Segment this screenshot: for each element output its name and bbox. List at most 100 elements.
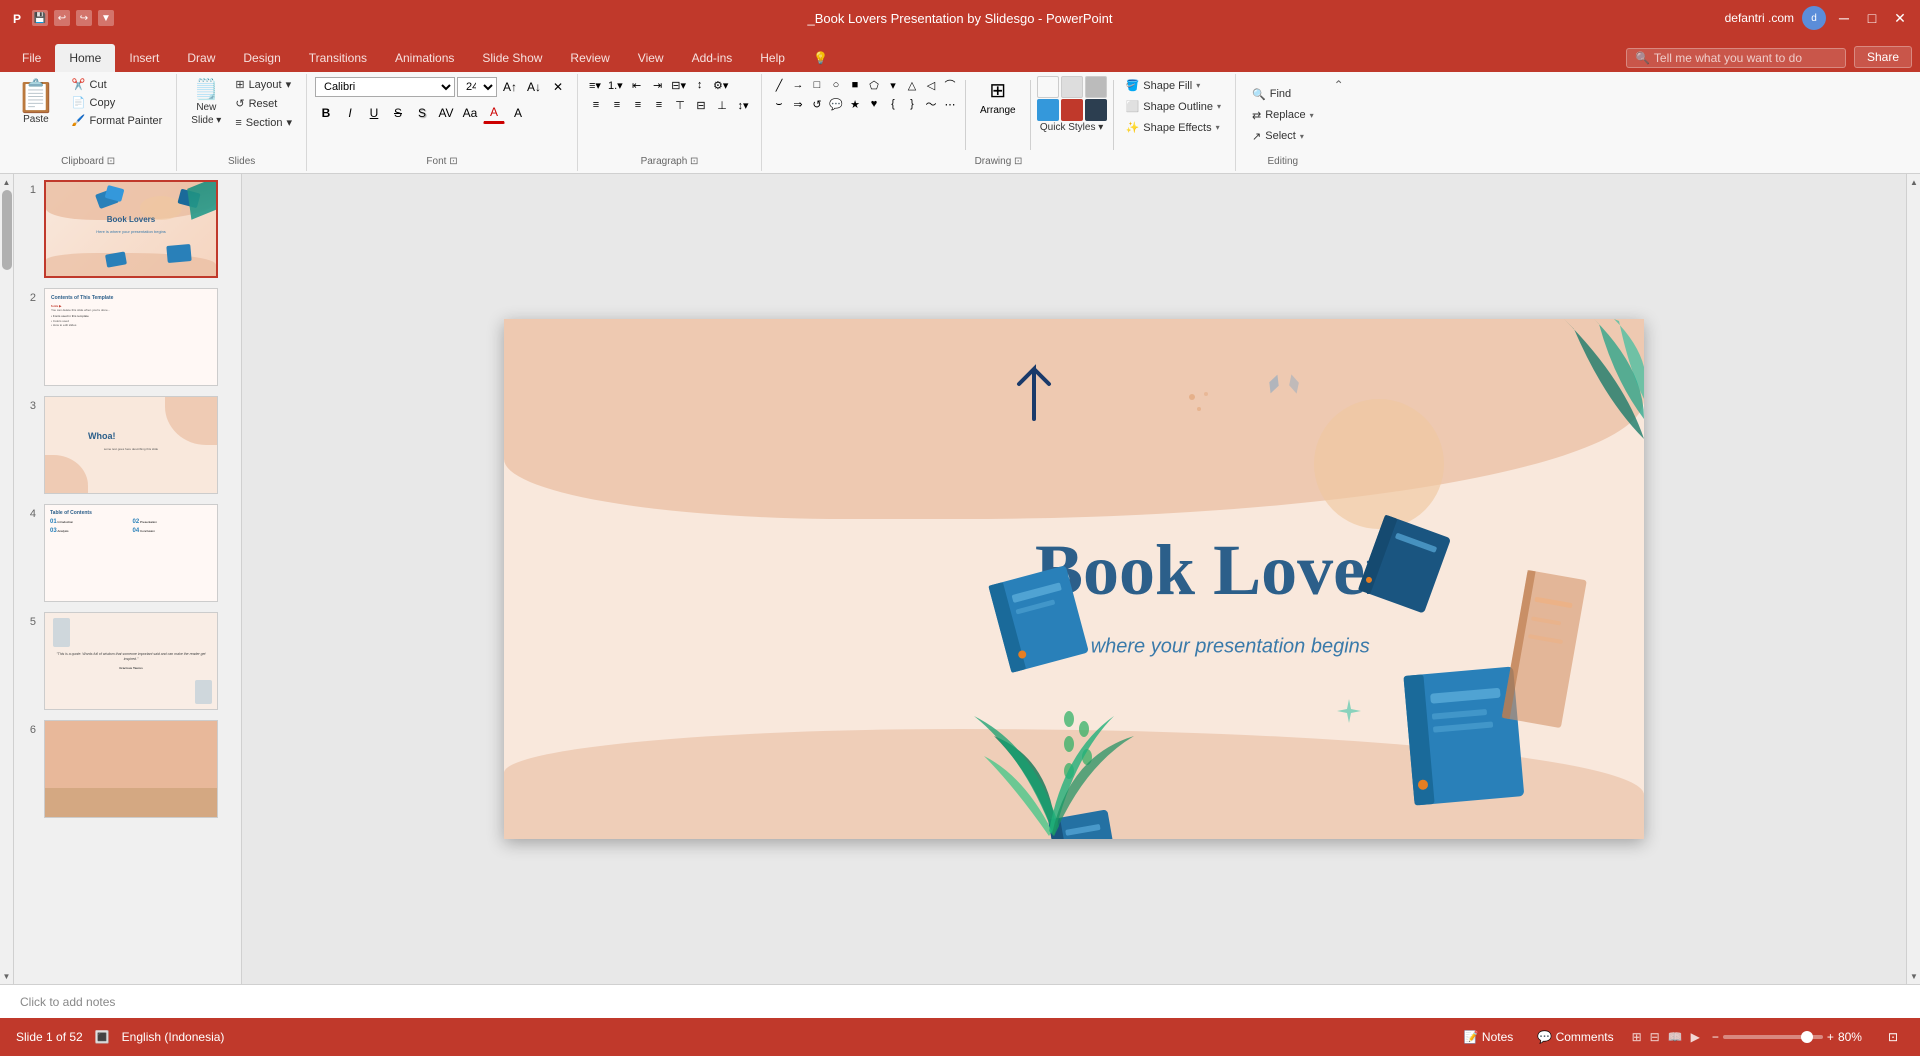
shape-square-icon[interactable]: ■ <box>846 76 864 94</box>
align-top-button[interactable]: ⊤ <box>670 96 690 114</box>
drawing-expand-icon[interactable]: ⊡ <box>1014 156 1022 167</box>
replace-button[interactable]: ⇄ Replace ▾ <box>1244 106 1322 125</box>
shape-outline-dropdown-icon[interactable]: ▾ <box>1217 102 1221 111</box>
slideshow-view-icon[interactable]: ▶ <box>1691 1030 1700 1044</box>
shape-pentagon-icon[interactable]: ⬠ <box>865 76 883 94</box>
columns-button[interactable]: ⊟▾ <box>669 76 689 94</box>
slide-item-1[interactable]: 1 Book Lovers Here is where your present… <box>18 178 237 280</box>
select-button[interactable]: ↗ Select ▾ <box>1244 127 1312 146</box>
shape-wave-icon[interactable]: 〜 <box>922 95 940 113</box>
shape-bracket-icon[interactable]: { <box>884 95 902 113</box>
strikethrough-button[interactable]: S <box>387 102 409 124</box>
shape-darrow-icon[interactable]: ⇒ <box>789 95 807 113</box>
qs-item-5[interactable] <box>1061 99 1083 121</box>
shape-arc-icon[interactable]: ⌣ <box>770 95 788 113</box>
find-button[interactable]: 🔍 Find <box>1244 85 1299 104</box>
shape-fill-button[interactable]: 🪣 Shape Fill ▾ <box>1120 76 1227 95</box>
section-button[interactable]: ≡ Section ▾ <box>229 114 298 131</box>
char-spacing-button[interactable]: AV <box>435 102 457 124</box>
qs-item-3[interactable] <box>1085 76 1107 98</box>
tab-animations[interactable]: Animations <box>381 44 468 72</box>
font-expand-icon[interactable]: ⊡ <box>449 156 457 167</box>
shape-effects-dropdown-icon[interactable]: ▾ <box>1216 123 1220 132</box>
new-slide-button[interactable]: 🗒️ New Slide ▾ <box>185 76 227 130</box>
highlight-color-button[interactable]: A <box>507 102 529 124</box>
shape-arrow-icon[interactable]: → <box>789 76 807 94</box>
tab-transitions[interactable]: Transitions <box>295 44 381 72</box>
collapse-ribbon-icon[interactable]: ⌃ <box>1334 78 1344 92</box>
numbering-button[interactable]: 1.▾ <box>605 77 626 94</box>
font-size-dropdown[interactable]: 24 <box>457 77 497 97</box>
underline-button[interactable]: U <box>363 102 385 124</box>
font-color-button[interactable]: A <box>483 102 505 124</box>
select-dropdown-icon[interactable]: ▾ <box>1300 132 1304 141</box>
reset-button[interactable]: ↺ Reset <box>229 95 298 112</box>
zoom-in-icon[interactable]: + <box>1827 1030 1834 1044</box>
layout-button[interactable]: ⊞ Layout ▾ <box>229 76 298 93</box>
shape-callout-icon[interactable]: 💬 <box>827 95 845 113</box>
shape-rect-icon[interactable]: □ <box>808 76 826 94</box>
share-button[interactable]: Share <box>1854 46 1912 68</box>
text-direction-button[interactable]: ↕ <box>690 76 710 94</box>
zoom-out-icon[interactable]: − <box>1712 1030 1719 1044</box>
comments-button[interactable]: 💬 Comments <box>1531 1028 1619 1046</box>
align-bottom-button[interactable]: ⊥ <box>712 96 732 114</box>
increase-indent-button[interactable]: ⇥ <box>648 76 668 94</box>
shape-curved-arrow-icon[interactable]: ↺ <box>808 95 826 113</box>
copy-button[interactable]: 📄 Copy <box>66 94 168 111</box>
notes-bar[interactable]: Click to add notes <box>0 984 1920 1018</box>
shape-heart-icon[interactable]: ♥ <box>865 95 883 113</box>
shape-brace-icon[interactable]: } <box>903 95 921 113</box>
scroll-thumb[interactable] <box>2 190 12 270</box>
main-slide[interactable]: Book Lovers Here is where your presentat… <box>504 319 1644 839</box>
ribbon-search-box[interactable]: 🔍 <box>1626 48 1846 68</box>
tab-file[interactable]: File <box>8 44 55 72</box>
format-painter-button[interactable]: 🖌️ Format Painter <box>66 112 168 129</box>
shape-fill-dropdown-icon[interactable]: ▾ <box>1196 81 1200 90</box>
tab-view[interactable]: View <box>624 44 678 72</box>
shape-effects-button[interactable]: ✨ Shape Effects ▾ <box>1120 118 1227 137</box>
cut-button[interactable]: ✂️ Cut <box>66 76 168 93</box>
tab-review[interactable]: Review <box>556 44 623 72</box>
qs-item-4[interactable] <box>1037 99 1059 121</box>
decrease-font-button[interactable]: A↓ <box>523 76 545 98</box>
arrange-button[interactable]: ⊞ Arrange <box>972 76 1024 118</box>
shape-extras-icon[interactable]: ⋯ <box>941 95 959 113</box>
shape-rtri-icon[interactable]: ◁ <box>922 76 940 94</box>
undo-icon[interactable]: ↩ <box>54 10 70 26</box>
align-right-button[interactable]: ≡ <box>628 96 648 114</box>
notes-button[interactable]: 📝 Notes <box>1458 1028 1520 1046</box>
search-input[interactable] <box>1654 51 1834 65</box>
slide-item-2[interactable]: 2 Contents of This Template fonts ▶ You … <box>18 286 237 388</box>
slide-item-3[interactable]: 3 Whoa! some text goes here describing t… <box>18 394 237 496</box>
tab-insert[interactable]: Insert <box>115 44 173 72</box>
slide-item-5[interactable]: 5 "This is a quote. Words full of wisdom… <box>18 610 237 712</box>
normal-view-icon[interactable]: ⊞ <box>1632 1030 1642 1044</box>
clear-format-button[interactable]: ✕ <box>547 76 569 98</box>
tab-design[interactable]: Design <box>229 44 294 72</box>
scroll-up-button[interactable]: ▲ <box>0 174 14 190</box>
slide-item-4[interactable]: 4 Table of Contents 01 Introduction 02 P… <box>18 502 237 604</box>
qs-item-2[interactable] <box>1061 76 1083 98</box>
justify-button[interactable]: ≡ <box>649 96 669 114</box>
right-scroll-down[interactable]: ▼ <box>1907 968 1920 984</box>
paragraph-expand-icon[interactable]: ⊡ <box>690 156 698 167</box>
zoom-slider[interactable] <box>1723 1035 1823 1039</box>
quick-styles-label[interactable]: Quick Styles ▾ <box>1040 122 1103 133</box>
tab-draw[interactable]: Draw <box>173 44 229 72</box>
qs-item-6[interactable] <box>1085 99 1107 121</box>
align-left-button[interactable]: ≡ <box>586 96 606 114</box>
shape-outline-button[interactable]: ⬜ Shape Outline ▾ <box>1120 97 1227 116</box>
paste-button[interactable]: 📋 Paste <box>8 76 64 129</box>
italic-button[interactable]: I <box>339 102 361 124</box>
convert-to-smartart-button[interactable]: ⚙▾ <box>711 76 731 94</box>
slide-item-6[interactable]: 6 <box>18 718 237 820</box>
reading-view-icon[interactable]: 📖 <box>1668 1030 1683 1044</box>
shape-more-icon[interactable]: ▾ <box>884 76 902 94</box>
decrease-indent-button[interactable]: ⇤ <box>627 76 647 94</box>
tab-lightbulb[interactable]: 💡 <box>799 44 842 72</box>
tab-slideshow[interactable]: Slide Show <box>468 44 556 72</box>
zoom-level[interactable]: 80% <box>1838 1030 1870 1044</box>
ribbon-collapse[interactable]: ⌃ <box>1330 74 1348 171</box>
clipboard-expand-icon[interactable]: ⊡ <box>107 156 115 167</box>
